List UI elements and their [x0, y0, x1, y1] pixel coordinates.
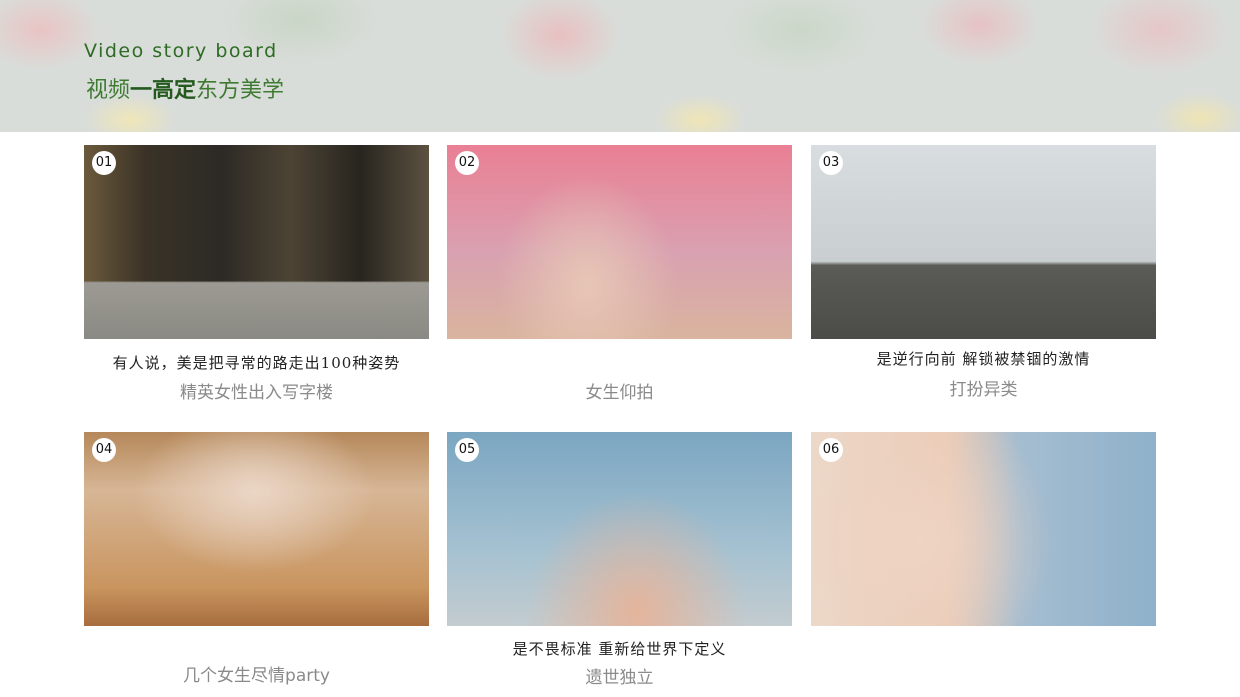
frame-03-label: 打扮异类: [949, 380, 1018, 400]
header-banner: Video story board 视频一高定东方美学: [0, 0, 1240, 132]
storyboard-frame-06[interactable]: 06: [811, 432, 1156, 626]
title-part-eastern: 东方美学: [196, 78, 285, 103]
header-title-english: Video story board: [84, 40, 278, 62]
frame-05-caption: 是不畏标准 重新给世界下定义: [512, 640, 727, 658]
frame-number-badge: 01: [92, 151, 116, 175]
storyboard-frame-02[interactable]: 02: [447, 145, 792, 339]
frame-05-label: 遗世独立: [585, 668, 654, 688]
title-dash: 一: [130, 78, 153, 103]
frame-01-label: 精英女性出入写字楼: [180, 383, 333, 403]
frame-number-badge: 04: [92, 438, 116, 462]
frame-03-caption: 是逆行向前 解锁被禁锢的激情: [876, 350, 1091, 368]
frame-number-badge: 06: [819, 438, 843, 462]
title-part-video: 视频: [86, 78, 131, 103]
header-title-chinese: 视频一高定东方美学: [86, 72, 284, 104]
frame-04-label: 几个女生尽情party: [183, 666, 330, 686]
frame-01-caption: 有人说，美是把寻常的路走出100种姿势: [112, 354, 401, 372]
frame-number-badge: 05: [455, 438, 479, 462]
frame-02-label: 女生仰拍: [585, 383, 654, 403]
frame-number-badge: 03: [819, 151, 843, 175]
storyboard-frame-03[interactable]: 03: [811, 145, 1156, 339]
storyboard-frame-05[interactable]: 05: [447, 432, 792, 626]
frame-number-badge: 02: [455, 151, 479, 175]
title-part-haute: 高定: [152, 78, 197, 103]
storyboard-frame-04[interactable]: 04: [84, 432, 429, 626]
storyboard-frame-01[interactable]: 01: [84, 145, 429, 339]
